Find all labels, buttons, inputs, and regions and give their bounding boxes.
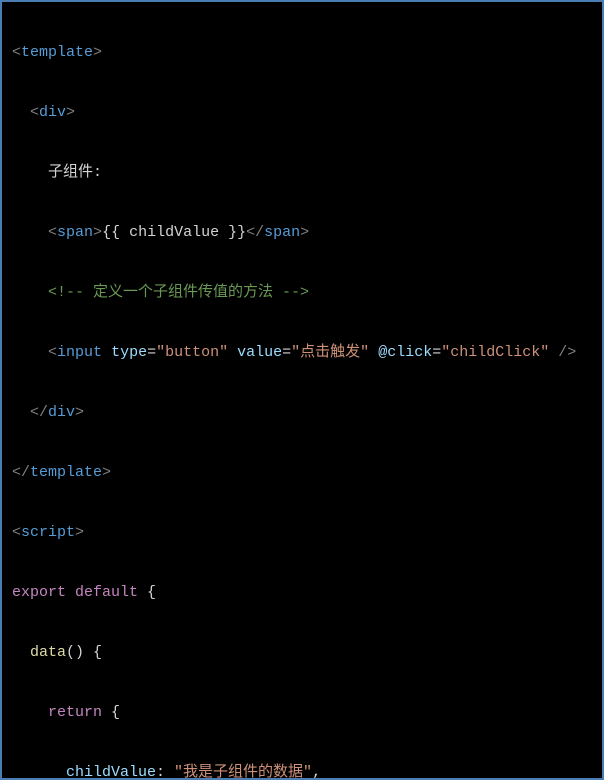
code-line: return { xyxy=(12,698,592,728)
code-line: <template> xyxy=(12,38,592,68)
code-line: </template> xyxy=(12,458,592,488)
code-line: <span>{{ childValue }}</span> xyxy=(12,218,592,248)
code-line: childValue: "我是子组件的数据", xyxy=(12,758,592,780)
code-line: <div> xyxy=(12,98,592,128)
code-line: </div> xyxy=(12,398,592,428)
code-line: <script> xyxy=(12,518,592,548)
code-line: <input type="button" value="点击触发" @click… xyxy=(12,338,592,368)
code-editor: <template> <div> 子组件: <span>{{ childValu… xyxy=(0,0,604,780)
code-line: 子组件: xyxy=(12,158,592,188)
code-line: export default { xyxy=(12,578,592,608)
code-line: data() { xyxy=(12,638,592,668)
code-line: <!-- 定义一个子组件传值的方法 --> xyxy=(12,278,592,308)
